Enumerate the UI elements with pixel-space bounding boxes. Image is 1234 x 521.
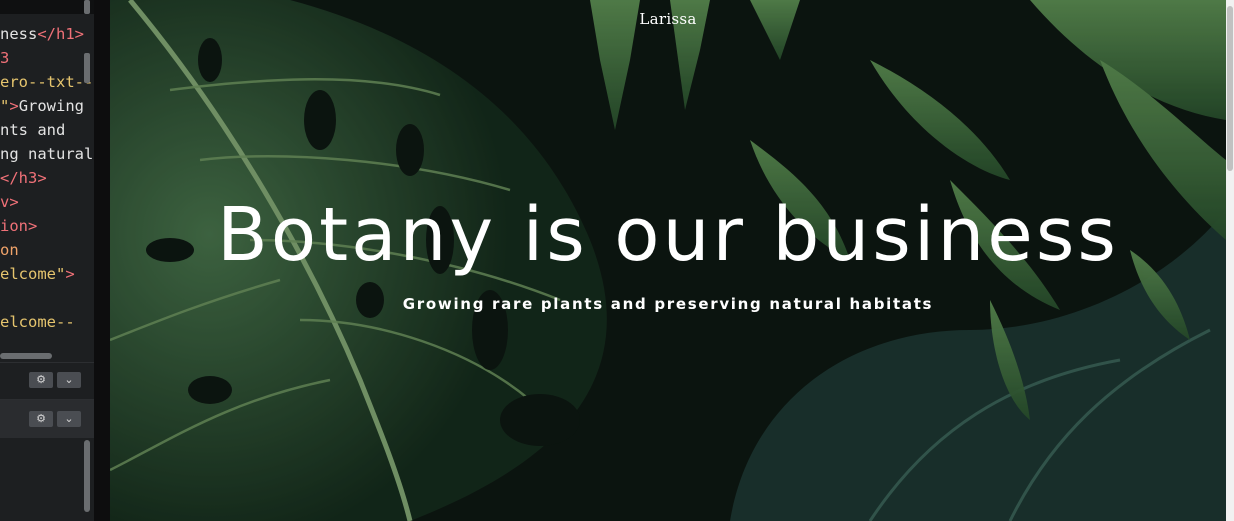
- editor-horizontal-scrollbar[interactable]: [0, 353, 52, 359]
- css-collapse-chevron-down-icon[interactable]: ⌄: [57, 372, 81, 388]
- code-editor[interactable]: ness</h1> 3 ero--txt-- ">Growing nts and ng n…: [0, 0, 94, 521]
- code-token: >: [9, 97, 19, 115]
- editor-tab-bar: [0, 0, 94, 14]
- panel-resize-divider[interactable]: [94, 0, 110, 521]
- js-collapse-chevron-down-icon[interactable]: ⌄: [57, 411, 81, 427]
- code-token: >: [65, 265, 75, 283]
- code-line: elcome--: [0, 310, 75, 334]
- js-panel-header[interactable]: ⚙ ⌄: [0, 399, 94, 438]
- code-token: Growing: [18, 97, 85, 115]
- code-token: ng natural: [0, 145, 92, 163]
- site-logo[interactable]: Larissa: [110, 10, 1226, 28]
- preview-pane: Larissa Botany is our business Growing r…: [110, 0, 1226, 521]
- js-code-area[interactable]: [0, 438, 94, 521]
- code-line: ">Growing: [0, 94, 84, 118]
- code-token: nts and: [0, 121, 66, 139]
- code-token: </h3>: [0, 169, 47, 187]
- code-line: </h3>: [0, 166, 47, 190]
- js-settings-gear-icon[interactable]: ⚙: [29, 411, 53, 427]
- code-token: 3: [0, 49, 10, 67]
- code-token: ness: [0, 25, 38, 43]
- code-token: elcome--: [0, 313, 75, 331]
- code-line: ng natural: [0, 142, 92, 166]
- code-line: 3: [0, 46, 9, 70]
- code-line: ness</h1>: [0, 22, 84, 46]
- code-token: elcome": [0, 265, 66, 283]
- html-code-area[interactable]: ness</h1> 3 ero--txt-- ">Growing nts and ng n…: [0, 22, 92, 356]
- code-token: ": [0, 97, 10, 115]
- code-line: v>: [0, 190, 19, 214]
- code-line: ero--txt--: [0, 70, 92, 94]
- page-scrollbar-thumb[interactable]: [1227, 6, 1233, 171]
- hero-title: Botany is our business: [217, 192, 1119, 278]
- code-line: elcome">: [0, 262, 75, 286]
- code-line: ion>: [0, 214, 37, 238]
- css-settings-gear-icon[interactable]: ⚙: [29, 372, 53, 388]
- code-line: nts and: [0, 118, 65, 142]
- code-token: ion>: [0, 217, 38, 235]
- editor-scrollbar-top[interactable]: [84, 0, 90, 14]
- js-vertical-scrollbar[interactable]: [84, 440, 90, 512]
- editor-vertical-scrollbar[interactable]: [84, 53, 90, 83]
- code-token: v>: [0, 193, 19, 211]
- code-line: on: [0, 238, 19, 262]
- code-token: on: [0, 241, 19, 259]
- code-token: </h1>: [37, 25, 84, 43]
- css-panel-header[interactable]: ⚙ ⌄: [0, 362, 94, 399]
- code-token: ero--txt--: [0, 73, 92, 91]
- hero-subtitle: Growing rare plants and preserving natur…: [402, 295, 934, 313]
